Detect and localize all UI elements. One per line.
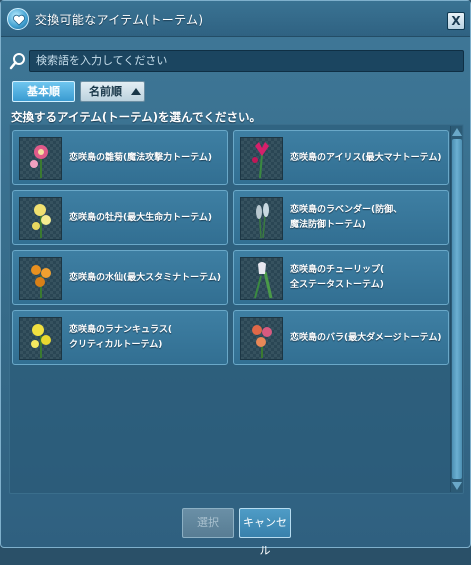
item-name-line2: 魔法防御トーテム) bbox=[290, 220, 366, 230]
scrollbar[interactable] bbox=[450, 126, 462, 492]
tulip-flower-icon bbox=[240, 257, 283, 300]
item-slot-daisy[interactable]: 恋咲島の雛菊(魔法攻撃力トーテム) bbox=[12, 130, 228, 185]
item-slot-rose[interactable]: 恋咲島のバラ(最大ダメージトーテム) bbox=[233, 310, 449, 365]
heart-icon bbox=[7, 8, 29, 30]
item-slot-daffodil[interactable]: 恋咲島の水仙(最大スタミナトーテム) bbox=[12, 250, 228, 305]
item-name-line2: クリティカルトーテム) bbox=[69, 340, 163, 350]
lavender-flower-icon bbox=[240, 197, 283, 240]
search-input[interactable]: 検索語を入力してください bbox=[29, 50, 464, 72]
instruction-text: 交換するアイテム(トーテム)を選んでください。 bbox=[11, 110, 261, 124]
peony-flower-icon bbox=[19, 197, 62, 240]
daffodil-flower-icon bbox=[19, 257, 62, 300]
item-slot-peony[interactable]: 恋咲島の牡丹(最大生命力トーテム) bbox=[12, 190, 228, 245]
ranunculus-flower-icon bbox=[19, 317, 62, 360]
item-name-line1: 恋咲島のアイリス(最大マナトーテム) bbox=[290, 153, 442, 163]
daisy-flower-icon bbox=[19, 137, 62, 180]
scroll-thumb[interactable] bbox=[452, 139, 462, 479]
item-name-line1: 恋咲島のラベンダー(防御、 bbox=[290, 205, 403, 215]
close-button[interactable]: X bbox=[447, 12, 465, 30]
cancel-button[interactable]: キャンセル bbox=[239, 508, 291, 557]
title-bar[interactable]: 交換可能なアイテム(トーテム) X bbox=[1, 1, 470, 37]
item-name-line1: 恋咲島のバラ(最大ダメージトーテム) bbox=[290, 333, 442, 343]
exchange-window: 交換可能なアイテム(トーテム) X 検索語を入力してください 基本順 名前順 交… bbox=[0, 0, 471, 557]
select-button[interactable]: 選択 bbox=[182, 508, 234, 538]
sort-name-label: 名前順 bbox=[89, 85, 122, 98]
scroll-up-arrow-icon[interactable] bbox=[452, 128, 462, 136]
scroll-down-arrow-icon[interactable] bbox=[452, 482, 462, 490]
item-slot-lavender[interactable]: 恋咲島のラベンダー(防御、 魔法防御トーテム) bbox=[233, 190, 449, 245]
item-name-line2: 全ステータストーテム) bbox=[290, 280, 384, 290]
rose-flower-icon bbox=[240, 317, 283, 360]
item-slot-tulip[interactable]: 恋咲島のチューリップ( 全ステータストーテム) bbox=[233, 250, 449, 305]
item-slot-iris[interactable]: 恋咲島のアイリス(最大マナトーテム) bbox=[233, 130, 449, 185]
iris-flower-icon bbox=[240, 137, 283, 180]
item-name-line1: 恋咲島のラナンキュラス( bbox=[69, 325, 172, 335]
search-icon bbox=[9, 53, 25, 70]
item-name-line1: 恋咲島の牡丹(最大生命力トーテム) bbox=[69, 213, 212, 223]
item-name-line1: 恋咲島の水仙(最大スタミナトーテム) bbox=[69, 273, 221, 283]
item-slot-ranunculus[interactable]: 恋咲島のラナンキュラス( クリティカルトーテム) bbox=[12, 310, 228, 365]
sort-basic-button[interactable]: 基本順 bbox=[12, 81, 75, 102]
window-title: 交換可能なアイテム(トーテム) bbox=[35, 13, 204, 27]
item-name-line1: 恋咲島の雛菊(魔法攻撃力トーテム) bbox=[69, 153, 212, 163]
sort-ascending-icon bbox=[131, 88, 141, 95]
sort-name-button[interactable]: 名前順 bbox=[80, 81, 145, 102]
item-name-line1: 恋咲島のチューリップ( bbox=[290, 265, 385, 275]
search-bar: 検索語を入力してください bbox=[9, 50, 464, 72]
